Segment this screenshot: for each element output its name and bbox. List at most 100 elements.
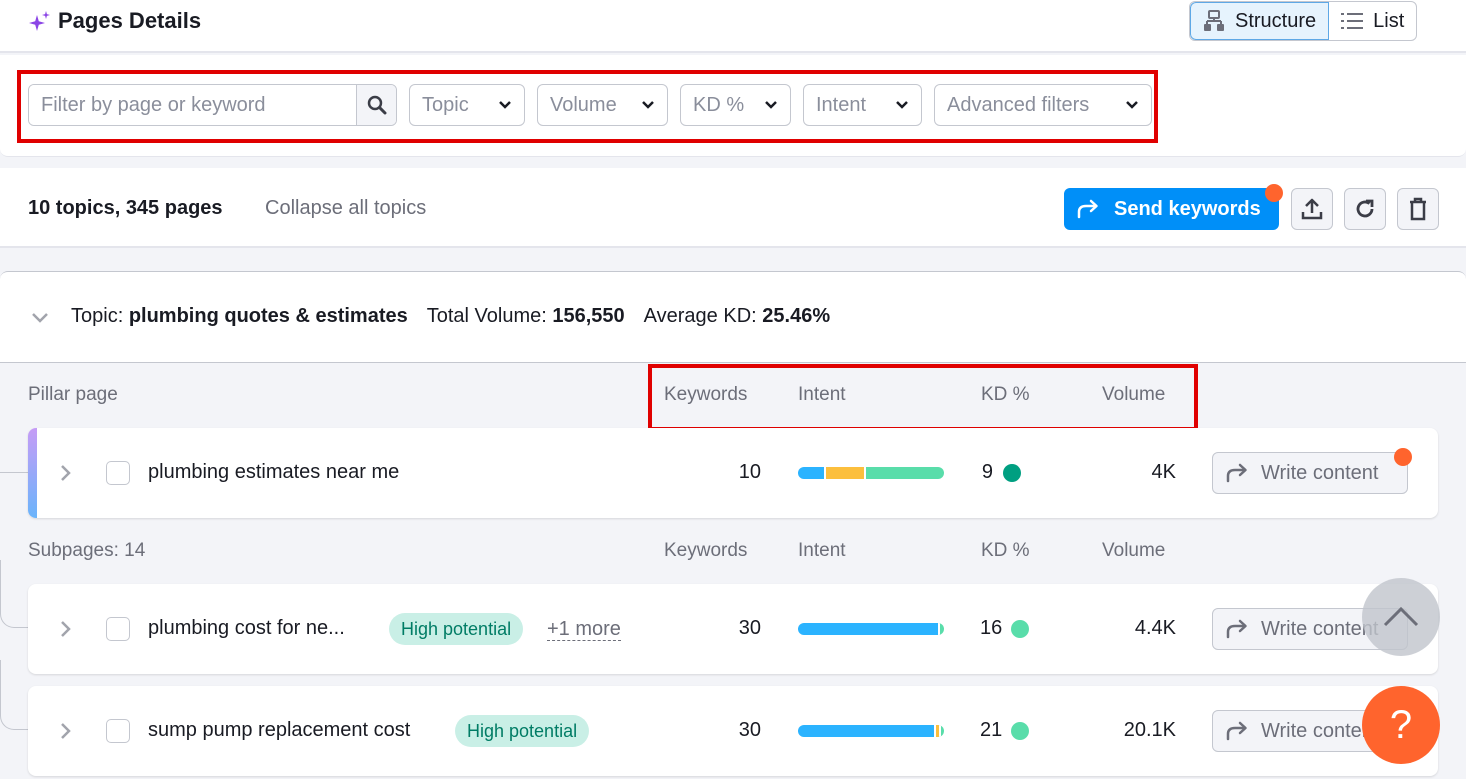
- chevron-down-icon[interactable]: [31, 312, 49, 324]
- view-toggle: Structure List: [1189, 1, 1418, 41]
- help-button[interactable]: ?: [1362, 686, 1440, 764]
- high-potential-badge: High potential: [389, 613, 524, 645]
- send-keywords-label: Send keywords: [1114, 197, 1261, 220]
- intent-segment-informational: [798, 467, 825, 479]
- total-volume-label: Total Volume:: [426, 305, 553, 327]
- write-content-label: Write content: [1261, 617, 1379, 640]
- export-button[interactable]: [1291, 188, 1333, 230]
- subpages-header: Subpages: 14: [28, 540, 146, 561]
- page-title: Pages Details: [58, 8, 202, 33]
- view-list-label: List: [1373, 9, 1405, 32]
- kd-dropdown[interactable]: KD %: [680, 84, 791, 126]
- advanced-filters-label: Advanced filters: [947, 93, 1090, 116]
- chevron-down-icon: [1126, 101, 1138, 109]
- pillar-checkbox[interactable]: [106, 461, 130, 485]
- tree-connector: [0, 560, 28, 628]
- subpage-kd: 21: [980, 719, 1003, 741]
- pillar-page-header: Pillar page: [28, 384, 118, 405]
- intent-dropdown-label: Intent: [816, 93, 867, 116]
- kd-dropdown-label: KD %: [693, 93, 745, 116]
- subpage-checkbox[interactable]: [106, 719, 130, 743]
- subpage-checkbox[interactable]: [106, 617, 130, 641]
- high-potential-badge: High potential: [455, 715, 590, 747]
- search-input[interactable]: [29, 85, 356, 125]
- subpage-volume: 20.1K: [1123, 719, 1176, 741]
- intent-segment-navigational: [824, 467, 864, 479]
- search-field: [28, 84, 397, 126]
- subpage-name[interactable]: plumbing cost for ne...: [148, 617, 345, 640]
- pillar-kd: 9: [981, 461, 993, 483]
- volume-column-header[interactable]: Volume: [1102, 384, 1165, 406]
- write-content-label: Write content: [1261, 719, 1379, 742]
- sitemap-icon: [1204, 10, 1224, 31]
- chevron-right-icon[interactable]: [60, 464, 72, 482]
- pillar-accent: [28, 428, 37, 518]
- intent-column-header[interactable]: Intent: [798, 540, 846, 562]
- kd-indicator: [1011, 722, 1029, 740]
- collapse-all-topics-link[interactable]: Collapse all topics: [265, 197, 426, 220]
- delete-button[interactable]: [1397, 188, 1439, 230]
- subpage-name[interactable]: sump pump replacement cost: [148, 719, 410, 742]
- refresh-icon: [1356, 199, 1374, 218]
- intent-dropdown[interactable]: Intent: [803, 84, 922, 126]
- tree-connector: [0, 400, 28, 473]
- title-wrap: Pages Details: [28, 8, 201, 34]
- subpage-kd: 16: [980, 617, 1003, 639]
- share-arrow-icon: [1226, 619, 1247, 639]
- average-kd-value: 25.46%: [762, 305, 831, 327]
- chevron-right-icon[interactable]: [60, 620, 72, 638]
- refresh-button[interactable]: [1344, 188, 1386, 230]
- topic-dropdown[interactable]: Topic: [409, 84, 525, 126]
- topic-name: plumbing quotes & estimates: [128, 305, 408, 327]
- notification-dot: [1265, 184, 1283, 202]
- keywords-column-header[interactable]: Keywords: [664, 540, 747, 562]
- volume-dropdown-label: Volume: [550, 93, 617, 116]
- pillar-keywords: 10: [738, 461, 761, 483]
- pillar-page-name[interactable]: plumbing estimates near me: [148, 461, 399, 484]
- write-content-label: Write content: [1261, 461, 1379, 484]
- sparkle-icon: [29, 11, 50, 31]
- advanced-filters-dropdown[interactable]: Advanced filters: [934, 84, 1152, 126]
- share-arrow-icon: [1077, 199, 1098, 219]
- volume-column-header[interactable]: Volume: [1102, 540, 1165, 562]
- keywords-column-header[interactable]: Keywords: [664, 384, 747, 406]
- view-structure-button[interactable]: Structure: [1190, 2, 1330, 40]
- chevron-down-icon: [896, 101, 908, 109]
- topic-prefix: Topic:: [71, 305, 129, 327]
- subpage-intent-bar: [798, 725, 944, 737]
- kd-column-header[interactable]: KD %: [981, 540, 1030, 562]
- export-icon: [1301, 198, 1323, 220]
- subpage-intent-bar: [798, 623, 944, 635]
- chevron-right-icon[interactable]: [60, 722, 72, 740]
- subpage-keywords: 30: [738, 719, 761, 741]
- more-tags-link[interactable]: +1 more: [547, 618, 621, 641]
- view-list-button[interactable]: List: [1329, 2, 1416, 40]
- kd-indicator: [1003, 464, 1021, 482]
- subpage-keywords: 30: [738, 617, 761, 639]
- subpage-volume: 4.4K: [1134, 617, 1176, 639]
- intent-segment-informational: [798, 623, 939, 635]
- send-keywords-button[interactable]: Send keywords: [1064, 188, 1279, 230]
- search-button[interactable]: [356, 85, 396, 125]
- volume-dropdown[interactable]: Volume: [537, 84, 668, 126]
- intent-segment-informational: [798, 725, 934, 737]
- topics-pages-count: 10 topics, 345 pages: [28, 197, 223, 219]
- pillar-intent-bar: [798, 467, 944, 479]
- help-icon: ?: [1389, 702, 1413, 747]
- total-volume-value: 156,550: [552, 305, 625, 327]
- intent-segment-commercial: [863, 467, 944, 479]
- intent-column-header[interactable]: Intent: [798, 384, 846, 406]
- chevron-up-icon: [1383, 606, 1419, 627]
- average-kd-label: Average KD:: [643, 305, 763, 327]
- search-icon: [367, 95, 386, 115]
- chevron-down-icon: [642, 101, 654, 109]
- topic-summary: Topic: plumbing quotes & estimates Total…: [71, 305, 830, 328]
- view-structure-label: Structure: [1235, 9, 1317, 32]
- pillar-volume: 4K: [1151, 461, 1176, 483]
- tree-connector: [0, 660, 28, 730]
- kd-column-header[interactable]: KD %: [981, 384, 1030, 406]
- page-header: Pages Details Structure List: [0, 0, 1466, 53]
- write-content-button[interactable]: Write content: [1212, 452, 1408, 494]
- notification-dot: [1394, 448, 1412, 466]
- scroll-to-top-button[interactable]: [1362, 578, 1440, 656]
